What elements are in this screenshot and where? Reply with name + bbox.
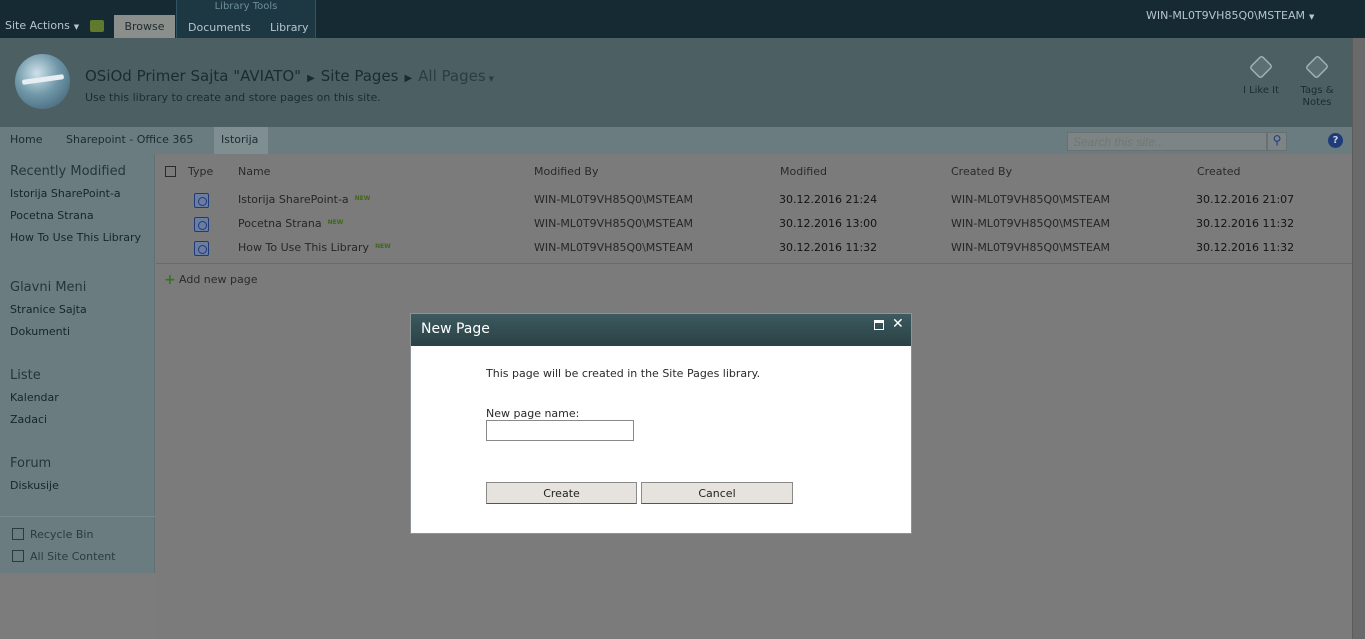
page-name-link[interactable]: Pocetna Strana (238, 217, 322, 230)
leftnav-item-howto[interactable]: How To Use This Library (10, 231, 141, 244)
topnav-istorija[interactable]: Istorija (221, 133, 258, 146)
tags-notes-label: Tags & Notes (1300, 85, 1334, 108)
topnav-home[interactable]: Home (10, 133, 42, 146)
select-all-checkbox[interactable] (165, 166, 176, 177)
crumb-site-pages[interactable]: Site Pages (321, 67, 399, 85)
table-cell-modified-by[interactable]: WIN-ML0T9VH85Q0\MSTEAM (534, 193, 693, 206)
dialog-message: This page will be created in the Site Pa… (486, 367, 761, 380)
user-name: WIN-ML0T9VH85Q0\MSTEAM (1146, 9, 1305, 22)
navigate-up-icon[interactable] (90, 20, 104, 32)
create-button[interactable]: Create (486, 482, 637, 504)
add-icon[interactable]: + (164, 272, 176, 288)
breadcrumb: OSiOd Primer Sajta "AVIATO" ▶ Site Pages ▶ A… (85, 67, 494, 85)
close-icon[interactable]: ✕ (892, 316, 904, 332)
table-cell-modified: 30.12.2016 13:00 (779, 217, 878, 230)
leftnav-recycle-bin[interactable]: Recycle Bin (30, 528, 93, 541)
new-badge: NEW (327, 219, 344, 226)
wiki-page-icon[interactable] (194, 193, 209, 208)
new-badge: NEW (354, 195, 371, 202)
table-cell-created-by[interactable]: WIN-ML0T9VH85Q0\MSTEAM (951, 193, 1110, 206)
list-divider (156, 263, 1352, 264)
help-icon[interactable]: ? (1328, 133, 1343, 148)
note-icon (1304, 54, 1330, 80)
leftnav-item-zadaci[interactable]: Zadaci (10, 413, 47, 426)
library-tools-label: Library Tools (214, 1, 278, 12)
leftnav-divider (0, 516, 155, 517)
column-header-modified-by[interactable]: Modified By (534, 165, 599, 178)
recycle-bin-icon (12, 528, 24, 540)
table-cell-modified-by[interactable]: WIN-ML0T9VH85Q0\MSTEAM (534, 217, 693, 230)
leftnav-heading-forum[interactable]: Forum (10, 456, 51, 471)
site-content-icon (12, 550, 24, 562)
leftnav-heading-recent[interactable]: Recently Modified (10, 164, 126, 179)
leftnav-item-kalendar[interactable]: Kalendar (10, 391, 59, 404)
column-header-modified[interactable]: Modified (780, 165, 827, 178)
topnav-office[interactable]: Sharepoint - Office 365 (66, 133, 193, 146)
leftnav-item-istorija[interactable]: Istorija SharePoint-a (10, 187, 121, 200)
tab-documents[interactable]: Documents (188, 21, 251, 34)
tag-icon (1248, 54, 1274, 80)
site-actions-menu[interactable]: Site Actions ▼ (5, 19, 79, 32)
add-new-page-link[interactable]: Add new page (179, 273, 258, 286)
maximize-icon[interactable] (874, 320, 884, 330)
chevron-down-icon: ▼ (73, 23, 80, 31)
leftnav-item-diskusije[interactable]: Diskusije (10, 479, 59, 492)
table-cell-created: 30.12.2016 21:07 (1196, 193, 1295, 206)
leftnav-item-dokumenti[interactable]: Dokumenti (10, 325, 70, 338)
new-badge: NEW (375, 243, 391, 250)
view-selector[interactable]: All Pages ▼ (418, 67, 494, 85)
search-icon[interactable]: ⚲ (1267, 132, 1287, 151)
leftnav-heading-liste[interactable]: Liste (10, 368, 41, 383)
breadcrumb-separator-icon: ▶ (307, 73, 315, 84)
vertical-scrollbar[interactable] (1352, 38, 1365, 639)
table-cell-created: 30.12.2016 11:32 (1196, 217, 1295, 230)
table-cell-modified: 30.12.2016 21:24 (779, 193, 878, 206)
table-cell-created-by[interactable]: WIN-ML0T9VH85Q0\MSTEAM (951, 241, 1110, 254)
site-title-link[interactable]: OSiOd Primer Sajta "AVIATO" (85, 67, 301, 85)
leftnav-all-site-content[interactable]: All Site Content (30, 550, 116, 563)
dialog-title: New Page (421, 321, 490, 337)
column-header-type[interactable]: Type (188, 165, 213, 178)
wiki-page-icon[interactable] (194, 217, 209, 232)
column-header-name[interactable]: Name (238, 165, 270, 178)
tab-browse[interactable]: Browse (114, 15, 175, 38)
page-name-link[interactable]: Istorija SharePoint-a (238, 193, 349, 206)
tags-notes-button[interactable]: Tags & Notes (1292, 54, 1342, 109)
page-name-label: New page name: (486, 407, 580, 420)
table-cell-created-by[interactable]: WIN-ML0T9VH85Q0\MSTEAM (951, 217, 1110, 230)
search-input[interactable] (1067, 132, 1267, 151)
column-header-created[interactable]: Created (1197, 165, 1241, 178)
table-cell-modified: 30.12.2016 11:32 (779, 241, 878, 254)
chevron-down-icon: ▼ (1308, 13, 1315, 21)
crumb-all-pages: All Pages (418, 67, 486, 85)
page-description: Use this library to create and store pag… (85, 91, 381, 104)
page-name-input[interactable] (486, 420, 634, 441)
wiki-page-icon[interactable] (194, 241, 209, 256)
user-menu[interactable]: WIN-ML0T9VH85Q0\MSTEAM ▼ (1146, 9, 1314, 22)
cancel-button[interactable]: Cancel (641, 482, 793, 504)
chevron-down-icon: ▼ (488, 75, 495, 83)
tab-library[interactable]: Library (270, 21, 308, 34)
breadcrumb-separator-icon: ▶ (404, 73, 413, 84)
leftnav-item-pocetna[interactable]: Pocetna Strana (10, 209, 94, 222)
table-cell-modified-by[interactable]: WIN-ML0T9VH85Q0\MSTEAM (534, 241, 693, 254)
table-row-name[interactable]: Istorija SharePoint-a NEW (238, 193, 370, 206)
column-header-created-by[interactable]: Created By (951, 165, 1012, 178)
table-row-name[interactable]: Pocetna Strana NEW (238, 217, 343, 230)
leftnav-item-stranice[interactable]: Stranice Sajta (10, 303, 87, 316)
table-row-name[interactable]: How To Use This Library NEW (238, 241, 391, 254)
i-like-it-label: I Like It (1242, 85, 1280, 96)
page-name-link[interactable]: How To Use This Library (238, 241, 369, 254)
table-cell-created: 30.12.2016 11:32 (1196, 241, 1295, 254)
i-like-it-button[interactable]: I Like It (1236, 54, 1286, 97)
leftnav-heading-glavni[interactable]: Glavni Meni (10, 280, 86, 295)
site-actions-label: Site Actions (5, 19, 70, 32)
